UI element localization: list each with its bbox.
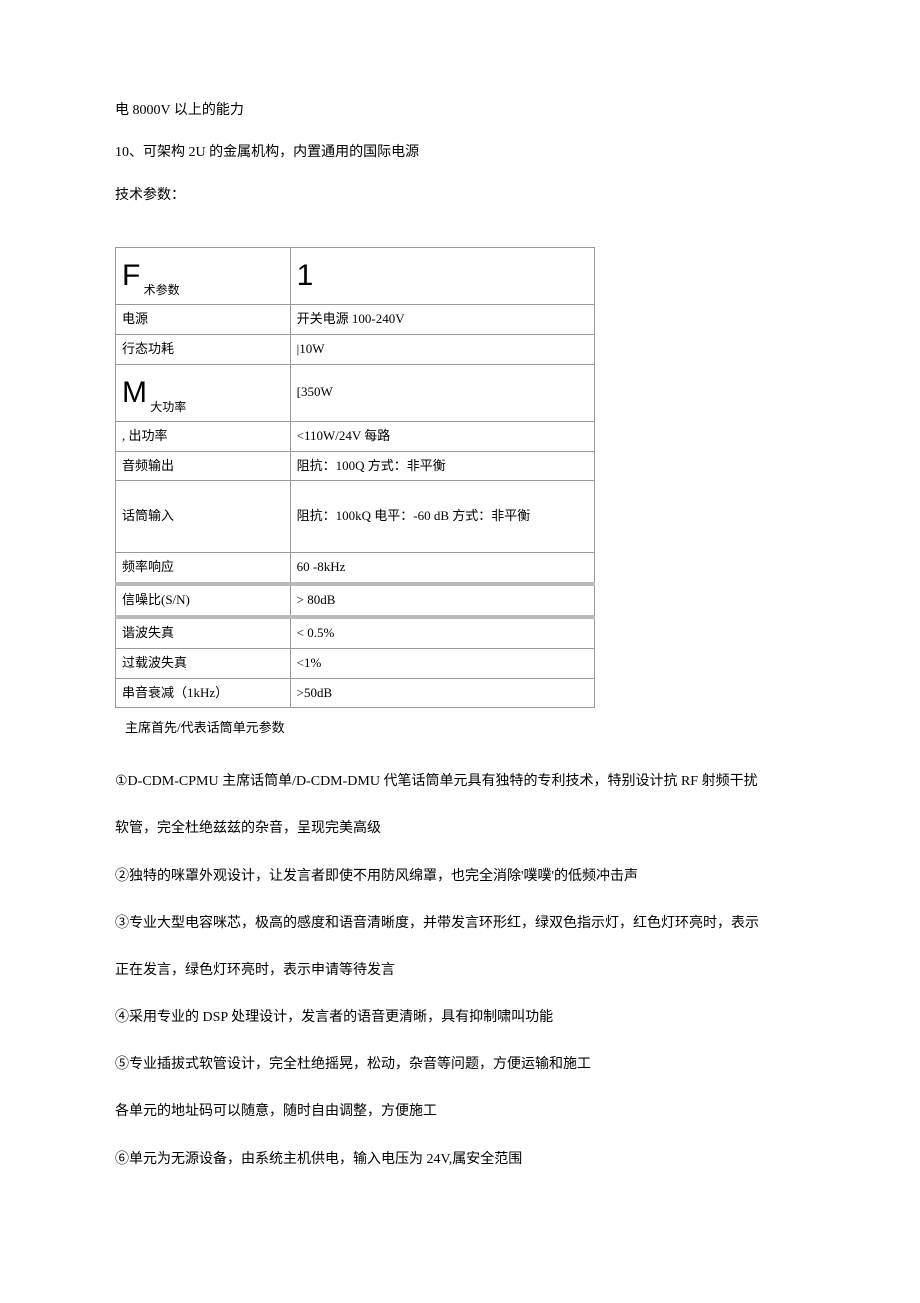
row-suffix: 大功率 — [150, 400, 186, 414]
header-right: 1 — [297, 252, 314, 300]
paragraph: 软管，完全杜绝兹兹的杂音，呈现完美高级 — [115, 816, 805, 841]
cell-label: 行态功耗 — [116, 334, 291, 364]
intro-line-2: 10、可架构 2U 的金属机构，内置通用的国际电源 — [115, 142, 805, 164]
table-row: 电源 开关电源 100-240V — [116, 305, 595, 335]
spec-table: F 术参数 1 电源 开关电源 100-240V 行态功耗 |10W M 大功率… — [115, 247, 595, 708]
cell-value: < 0.5% — [290, 617, 594, 648]
cell-value: <110W/24V 每路 — [290, 421, 594, 451]
row-prefix: M — [122, 369, 147, 417]
cell-label: 过载波失真 — [116, 648, 291, 678]
paragraph: ⑥单元为无源设备，由系统主机供电，输入电压为 24V,属安全范围 — [115, 1147, 805, 1172]
cell-label: 频率响应 — [116, 553, 291, 584]
cell-value: > 80dB — [290, 584, 594, 617]
cell-value: 阻抗：100Q 方式：非平衡 — [290, 451, 594, 481]
table-row: 音频输出 阻抗：100Q 方式：非平衡 — [116, 451, 595, 481]
cell-label: 电源 — [116, 305, 291, 335]
table-row: M 大功率 [350W — [116, 364, 595, 421]
table-header-left: F 术参数 — [116, 248, 291, 305]
section-label: 技术参数： — [115, 185, 805, 207]
table-caption: 主席首先/代表话筒单元参数 — [125, 718, 805, 739]
paragraph: ④采用专业的 DSP 处理设计，发言者的语音更清晰，具有抑制啸叫功能 — [115, 1005, 805, 1030]
cell-value: 开关电源 100-240V — [290, 305, 594, 335]
paragraph: ②独特的咪罩外观设计，让发言者即使不用防风绵罩，也完全消除'噗噗'的低频冲击声 — [115, 864, 805, 889]
table-row: , 出功率 <110W/24V 每路 — [116, 421, 595, 451]
paragraph: ①D-CDM-CPMU 主席话筒单/D-CDM-DMU 代笔话筒单元具有独特的专… — [115, 769, 805, 794]
paragraph: 各单元的地址码可以随意，随时自由调整，方便施工 — [115, 1099, 805, 1124]
cell-label: 串音衰减（1kHz） — [116, 678, 291, 708]
paragraph: ⑤专业插拔式软管设计，完全杜绝摇晃，松动，杂音等问题，方便运输和施工 — [115, 1052, 805, 1077]
table-row: 串音衰减（1kHz） >50dB — [116, 678, 595, 708]
paragraph: 正在发言，绿色灯环亮时，表示申请等待发言 — [115, 958, 805, 983]
cell-label: 音频输出 — [116, 451, 291, 481]
cell-label: 话筒输入 — [116, 481, 291, 553]
table-row: 话筒输入 阻抗：100kQ 电平：-60 dB 方式：非平衡 — [116, 481, 595, 553]
table-row: 行态功耗 |10W — [116, 334, 595, 364]
table-row: 谐波失真 < 0.5% — [116, 617, 595, 648]
cell-value: <1% — [290, 648, 594, 678]
intro-line-1: 电 8000V 以上的能力 — [115, 100, 805, 122]
cell-label: M 大功率 — [116, 364, 291, 421]
cell-value: |10W — [290, 334, 594, 364]
table-row: 过载波失真 <1% — [116, 648, 595, 678]
cell-value: 阻抗：100kQ 电平：-60 dB 方式：非平衡 — [290, 481, 594, 553]
header-suffix: 术参数 — [144, 283, 180, 297]
paragraph: ③专业大型电容咪芯，极高的感度和语音清晰度，并带发言环形红，绿双色指示灯，红色灯… — [115, 911, 805, 936]
header-prefix: F — [122, 252, 140, 300]
table-header-right: 1 — [290, 248, 594, 305]
table-row: 信噪比(S/N) > 80dB — [116, 584, 595, 617]
cell-value: >50dB — [290, 678, 594, 708]
cell-label: 谐波失真 — [116, 617, 291, 648]
cell-label: 信噪比(S/N) — [116, 584, 291, 617]
cell-label: , 出功率 — [116, 421, 291, 451]
table-row: 频率响应 60 -8kHz — [116, 553, 595, 584]
cell-value: [350W — [290, 364, 594, 421]
cell-value: 60 -8kHz — [290, 553, 594, 584]
